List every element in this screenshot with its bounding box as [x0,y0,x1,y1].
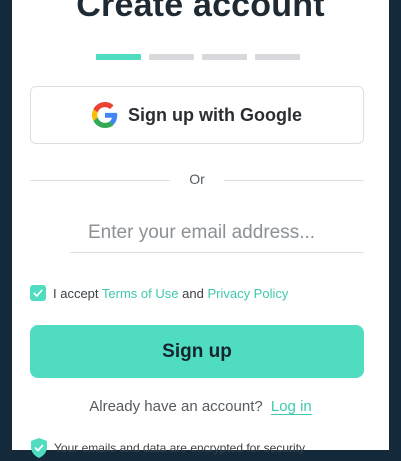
step-3-indicator [202,54,247,60]
security-text: Your emails and data are encrypted for s… [54,441,306,455]
step-4-indicator [255,54,300,60]
terms-checkbox[interactable] [30,285,46,301]
step-2-indicator [149,54,194,60]
page-title: Create account [76,0,325,24]
signup-button[interactable]: Sign up [30,325,364,378]
login-prompt: Already have an account? [89,398,263,415]
google-signup-label: Sign up with Google [128,104,302,125]
or-divider: Or [30,170,364,190]
google-signup-button[interactable]: Sign up with Google [30,86,364,144]
privacy-policy-link[interactable]: Privacy Policy [207,286,288,301]
google-icon [92,102,118,128]
terms-of-use-link[interactable]: Terms of Use [102,286,179,301]
terms-row: I accept Terms of Use and Privacy Policy [30,285,288,301]
signup-panel: Create account Sign up with Google Or En… [12,0,389,458]
email-input[interactable] [70,215,364,251]
step-1-indicator [96,54,141,60]
terms-conjunction: and [182,285,204,301]
security-note: Your emails and data are encrypted for s… [30,438,305,458]
shield-icon [30,438,48,458]
login-row: Already have an account? Log in [12,398,389,415]
divider-text: Or [189,171,205,187]
terms-text: I accept Terms of Use and Privacy Policy [53,286,288,301]
divider-line-right [224,180,364,181]
progress-steps [96,54,300,60]
checkmark-icon [33,289,43,297]
login-link[interactable]: Log in [271,398,312,415]
terms-prefix: I accept [53,285,99,301]
email-field-wrapper [70,215,364,253]
